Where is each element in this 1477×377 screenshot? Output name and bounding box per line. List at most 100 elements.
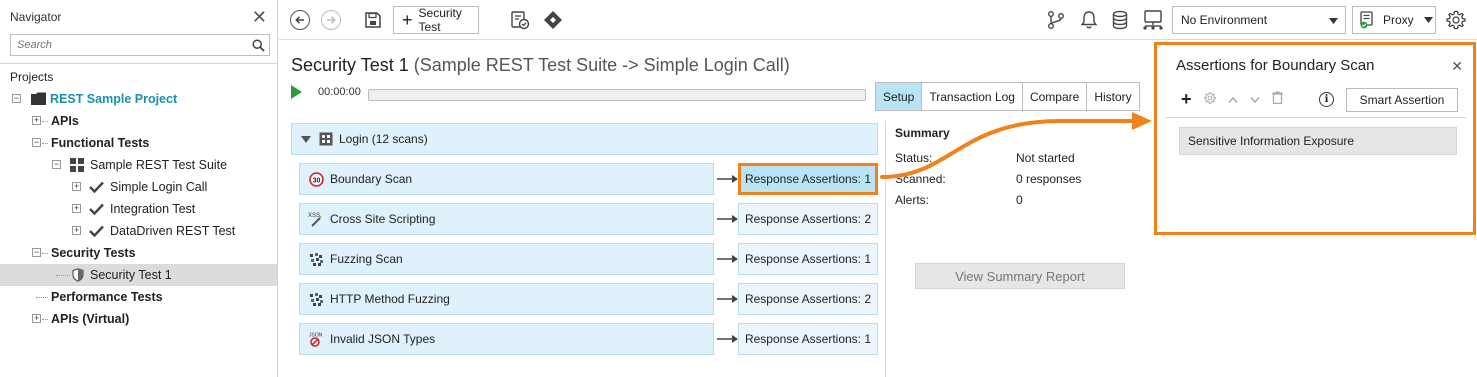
- test-subtitle: (Sample REST Test Suite -> Simple Login …: [413, 55, 790, 75]
- tree-item-label: Performance Tests: [51, 290, 163, 304]
- tree-item-label: DataDriven REST Test: [110, 224, 236, 238]
- tree-item-performance-tests[interactable]: Performance Tests: [0, 286, 277, 308]
- assertion-list-item[interactable]: Sensitive Information Exposure: [1179, 127, 1457, 155]
- summary-value: 0: [1016, 192, 1023, 207]
- assertions-panel: Assertions for Boundary Scan ✕ + i Smart…: [1154, 42, 1476, 235]
- smart-assertion-button[interactable]: Smart Assertion: [1346, 88, 1458, 112]
- expand-icon[interactable]: +: [72, 226, 81, 235]
- branch-icon[interactable]: [1045, 9, 1067, 31]
- collapse-icon[interactable]: −: [32, 248, 41, 257]
- fuzzing-icon: [308, 291, 324, 307]
- tree-item-apis-virtual[interactable]: + APIs (Virtual): [0, 308, 277, 330]
- virtual-service-icon[interactable]: [1141, 8, 1165, 32]
- tree-connector: [42, 121, 48, 122]
- tab-compare[interactable]: Compare: [1022, 83, 1088, 110]
- folder-icon: [31, 92, 46, 108]
- tab-transaction-log[interactable]: Transaction Log: [922, 83, 1023, 110]
- collapse-triangle-icon[interactable]: [301, 135, 311, 143]
- response-assertions-button[interactable]: Response Assertions: 1: [738, 323, 878, 355]
- editor-tabs: Setup Transaction Log Compare History: [875, 82, 1140, 111]
- tree-item-security-test-1[interactable]: Security Test 1: [0, 264, 277, 286]
- expand-icon[interactable]: +: [72, 204, 81, 213]
- tree-connector: [42, 319, 48, 320]
- tab-setup[interactable]: Setup: [876, 83, 923, 110]
- response-assertions-button[interactable]: Response Assertions: 2: [738, 203, 878, 235]
- move-up-icon[interactable]: [1227, 91, 1238, 107]
- divider: [885, 121, 886, 377]
- delete-icon[interactable]: [1271, 91, 1283, 107]
- main-toolbar: + Security Test No Environment Proxy: [279, 0, 1477, 40]
- assertions-toolbar: +: [1181, 90, 1295, 108]
- save-icon[interactable]: [363, 10, 383, 30]
- database-icon[interactable]: [1109, 9, 1131, 31]
- page-title: Security Test 1 (Sample REST Test Suite …: [291, 55, 790, 76]
- scan-name: Fuzzing Scan: [330, 252, 403, 266]
- move-down-icon[interactable]: [1249, 91, 1260, 107]
- dropdown-arrow-icon[interactable]: [1423, 17, 1433, 23]
- collapse-icon[interactable]: −: [52, 160, 61, 169]
- proxy-button[interactable]: Proxy: [1352, 6, 1436, 34]
- divider: [1166, 117, 1466, 118]
- test-suite-icon: [70, 158, 84, 175]
- scan-item-http-method-fuzzing[interactable]: HTTP Method Fuzzing: [299, 283, 714, 315]
- back-icon[interactable]: [290, 10, 310, 30]
- scan-item-fuzzing-scan[interactable]: Fuzzing Scan: [299, 243, 714, 275]
- test-step-icon: [319, 132, 333, 146]
- collapse-icon[interactable]: −: [32, 138, 41, 147]
- plus-icon: +: [402, 10, 413, 30]
- bell-icon[interactable]: [1078, 9, 1100, 31]
- tree-item-datadriven-rest-test[interactable]: + DataDriven REST Test: [0, 220, 277, 242]
- boundary-icon: 30: [308, 171, 324, 187]
- tree-item-label: Security Test 1: [90, 268, 172, 282]
- tree-item-security-tests[interactable]: − Security Tests: [0, 242, 277, 264]
- view-summary-report-button[interactable]: View Summary Report: [915, 263, 1125, 289]
- summary-heading: Summary: [895, 126, 950, 140]
- tree-item-label: Functional Tests: [51, 136, 150, 150]
- expand-icon[interactable]: +: [32, 314, 41, 323]
- play-icon[interactable]: [291, 85, 302, 99]
- tree-item-label: Integration Test: [110, 202, 196, 216]
- close-icon[interactable]: ✕: [1451, 58, 1463, 75]
- diamond-icon[interactable]: [542, 9, 564, 31]
- tree-item-apis[interactable]: + APIs: [0, 110, 277, 132]
- run-controls: 00:00:00: [291, 85, 361, 99]
- proxy-label: Proxy: [1383, 13, 1414, 27]
- tree-connector: [42, 253, 48, 254]
- collapse-icon[interactable]: −: [12, 94, 21, 103]
- test-checklist-icon[interactable]: [509, 9, 531, 31]
- search-icon[interactable]: [247, 35, 269, 55]
- tree-connector: [56, 275, 70, 276]
- add-icon[interactable]: +: [1181, 90, 1192, 108]
- tree-item-simple-login-call[interactable]: + Simple Login Call: [0, 176, 277, 198]
- tree-item-functional-tests[interactable]: − Functional Tests: [0, 132, 277, 154]
- dropdown-arrow-icon: [1329, 13, 1338, 27]
- scan-group-header[interactable]: Login (12 scans): [291, 123, 878, 155]
- tree-item-integration-test[interactable]: + Integration Test: [0, 198, 277, 220]
- expand-icon[interactable]: +: [32, 116, 41, 125]
- response-assertions-button[interactable]: Response Assertions: 1: [738, 243, 878, 275]
- scan-item-boundary-scan[interactable]: 30 Boundary Scan: [299, 163, 714, 195]
- tree-item-sample-rest-test-suite[interactable]: − Sample REST Test Suite: [0, 154, 277, 176]
- new-security-test-button[interactable]: + Security Test: [393, 6, 479, 34]
- scan-item-invalid-json-types[interactable]: JSON Invalid JSON Types: [299, 323, 714, 355]
- scan-item-cross-site-scripting[interactable]: XSS Cross Site Scripting: [299, 203, 714, 235]
- forward-icon[interactable]: [321, 10, 341, 30]
- tree-item-rest-sample-project[interactable]: − REST Sample Project: [0, 88, 277, 110]
- expand-icon[interactable]: +: [72, 182, 81, 191]
- project-tree: − REST Sample Project + APIs − Functiona…: [0, 88, 277, 330]
- response-assertions-button[interactable]: Response Assertions: 2: [738, 283, 878, 315]
- summary-row: Alerts: 0: [895, 189, 1145, 210]
- navigator-panel: Navigator ✕ Projects − REST Sample Proje…: [0, 0, 278, 377]
- divider: [0, 63, 277, 64]
- response-assertions-button[interactable]: Response Assertions: 1: [738, 163, 878, 195]
- proxy-icon: [1359, 11, 1377, 29]
- gear-icon[interactable]: [1203, 91, 1216, 107]
- info-icon[interactable]: i: [1319, 92, 1334, 107]
- environment-select[interactable]: No Environment: [1172, 6, 1346, 34]
- gear-icon[interactable]: [1445, 9, 1467, 31]
- tree-item-label: APIs: [51, 114, 79, 128]
- close-icon[interactable]: ✕: [252, 8, 267, 26]
- search-input[interactable]: [11, 35, 247, 55]
- projects-label: Projects: [10, 70, 54, 84]
- tab-history[interactable]: History: [1087, 83, 1139, 110]
